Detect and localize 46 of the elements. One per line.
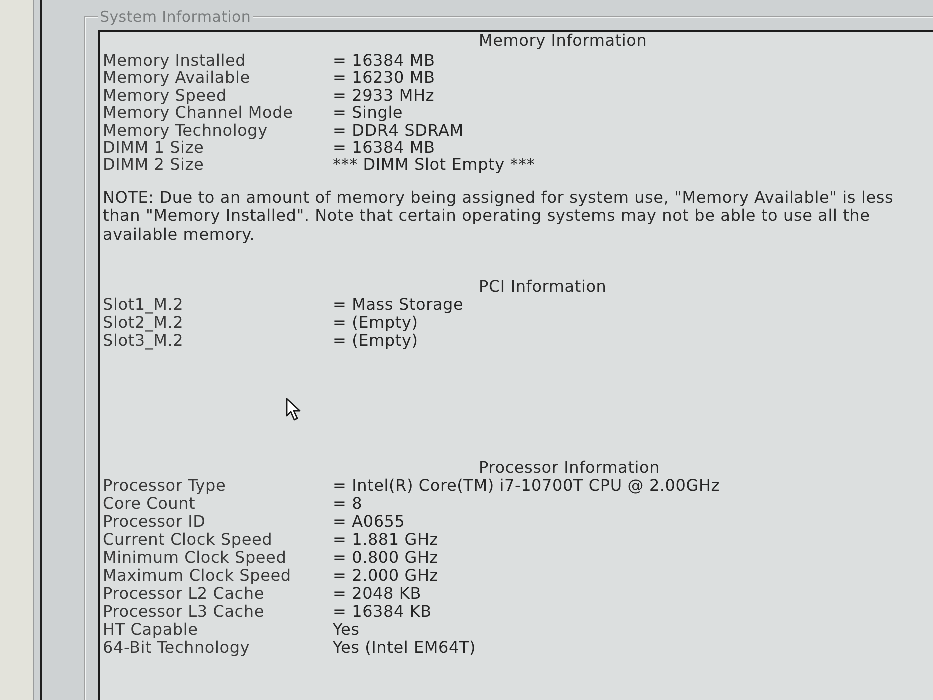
section-heading: Processor Information <box>478 459 662 478</box>
field-label: Current Clock Speed <box>103 531 274 550</box>
field-label: Minimum Clock Speed <box>103 549 288 568</box>
field-value: Yes (Intel EM64T) <box>333 639 476 658</box>
field-value: *** DIMM Slot Empty *** <box>333 156 536 174</box>
field-value: = 0.800 GHz <box>333 549 439 568</box>
field-label: DIMM 2 Size <box>103 156 206 174</box>
field-value: = 16384 MB <box>333 138 436 156</box>
field-value: = 16384 MB <box>333 52 436 70</box>
field-label: Core Count <box>103 495 196 514</box>
field-label: 64-Bit Technology <box>103 639 252 658</box>
field-value: = 16384 KB <box>333 603 432 622</box>
field-value: = A0655 <box>333 513 406 532</box>
section-heading: PCI Information <box>478 278 608 296</box>
field-label: Memory Channel Mode <box>103 104 294 122</box>
field-label: HT Capable <box>103 621 200 640</box>
mouse-pointer-icon <box>286 398 303 421</box>
field-value: = Intel(R) Core(TM) i7-10700T CPU @ 2.00GHz <box>333 477 720 496</box>
field-label: Memory Available <box>103 69 252 87</box>
field-value: = DDR4 SDRAM <box>333 122 464 139</box>
field-value: = 2933 MHz <box>333 86 435 104</box>
field-value: = (Empty) <box>333 314 418 332</box>
field-label: Processor L3 Cache <box>103 603 266 622</box>
field-value: = Single <box>333 104 404 122</box>
field-label: Memory Speed <box>103 86 228 104</box>
note-text: NOTE: Due to an amount of memory being assigned for system use, "Memory Available" is less than "Memory Installed". Note that certain operating systems may not be able to use all the available memory. <box>103 188 895 244</box>
field-value: = 8 <box>333 495 363 514</box>
field-label: Processor ID <box>103 513 207 532</box>
field-label: Memory Technology <box>103 122 269 139</box>
field-value: = 1.881 GHz <box>333 531 439 550</box>
field-label: Slot3_M.2 <box>103 332 185 350</box>
field-label: Processor Type <box>103 477 228 496</box>
field-label: DIMM 1 Size <box>103 138 204 156</box>
field-label: Slot2_M.2 <box>103 314 185 332</box>
section-heading: Memory Information <box>478 32 648 50</box>
field-value: = 2048 KB <box>333 585 422 604</box>
field-value: = 2.000 GHz <box>333 567 439 586</box>
field-label: Slot1_M.2 <box>103 296 185 314</box>
field-label: Processor L2 Cache <box>103 585 264 604</box>
field-label: Maximum Clock Speed <box>103 567 292 586</box>
field-value: Yes <box>333 621 360 640</box>
field-value: = 16230 MB <box>333 69 436 87</box>
field-value: = Mass Storage <box>333 296 464 314</box>
field-label: Memory Installed <box>103 52 248 70</box>
group-box-title: System Information <box>99 8 252 26</box>
field-value: = (Empty) <box>333 332 418 350</box>
